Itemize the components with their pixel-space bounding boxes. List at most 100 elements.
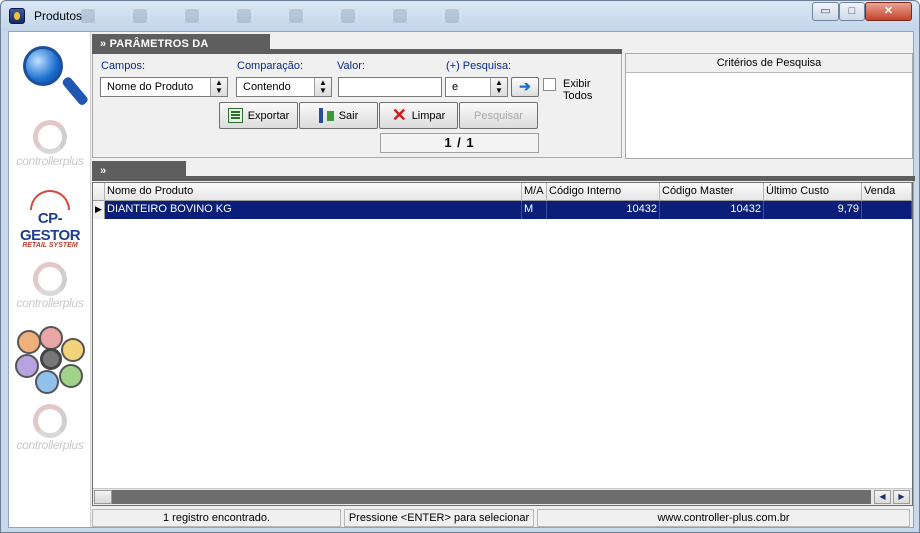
exibir-todos-label: Exibir Todos bbox=[563, 78, 593, 102]
header-line bbox=[92, 176, 915, 181]
cell-nome[interactable]: DIANTEIRO BOVINO KG bbox=[105, 201, 522, 219]
petal bbox=[39, 326, 63, 350]
flower-logo-icon bbox=[15, 326, 87, 394]
ghost-icon bbox=[237, 9, 251, 23]
title-bar[interactable]: Produtos ▭ □ ✕ bbox=[1, 1, 919, 31]
cp-gestor-logo: CP-GESTOR RETAIL SYSTEM bbox=[11, 190, 89, 249]
search-params-panel: Campos: Nome do Produto ▲ ▼ Comparação: C… bbox=[92, 54, 622, 158]
ghost-icon bbox=[185, 9, 199, 23]
sair-button[interactable]: Sair bbox=[299, 102, 378, 129]
limpar-label: Limpar bbox=[411, 109, 446, 122]
controllerplus-swirl-icon bbox=[33, 404, 67, 438]
pesquisa-operator-select[interactable]: e ▲ ▼ bbox=[445, 77, 508, 97]
app-icon bbox=[9, 8, 25, 24]
controllerplus-wordmark: controllerplus bbox=[16, 296, 84, 310]
minimize-button[interactable]: ▭ bbox=[812, 2, 839, 21]
row-indicator-header bbox=[93, 183, 105, 201]
status-website: www.controller-plus.com.br bbox=[537, 509, 910, 527]
column-header-codigo-interno[interactable]: Código Interno bbox=[547, 183, 660, 201]
window-client-area: controllerplus CP-GESTOR RETAIL SYSTEM c… bbox=[8, 31, 915, 528]
cell-ma[interactable]: M bbox=[522, 201, 547, 219]
comparacao-select-value: Contendo bbox=[243, 81, 291, 93]
pesquisar-label: Pesquisar bbox=[474, 109, 523, 122]
ghost-icon bbox=[81, 9, 95, 23]
page-indicator: 1 / 1 bbox=[380, 133, 539, 153]
exit-door-icon bbox=[318, 108, 334, 123]
row-pointer-icon: ▶ bbox=[93, 201, 105, 219]
campos-select[interactable]: Nome do Produto ▲ ▼ bbox=[100, 77, 228, 97]
maximize-button[interactable]: □ bbox=[839, 2, 865, 21]
cp-gestor-subtitle: RETAIL SYSTEM bbox=[22, 242, 78, 249]
window-title: Produtos bbox=[34, 9, 83, 23]
campos-select-value: Nome do Produto bbox=[107, 81, 194, 93]
controllerplus-wordmark: controllerplus bbox=[16, 154, 84, 168]
flower-center bbox=[40, 348, 62, 370]
cell-venda[interactable] bbox=[862, 201, 912, 219]
exportar-button[interactable]: Exportar bbox=[219, 102, 298, 129]
ghost-icon bbox=[133, 9, 147, 23]
cell-ultimo-custo[interactable]: 9,79 bbox=[764, 201, 862, 219]
grid-header-row: Nome do Produto M/A Código Interno Códig… bbox=[93, 183, 912, 201]
spin-arrows-icon[interactable]: ▲ ▼ bbox=[490, 78, 507, 96]
valor-label: Valor: bbox=[337, 60, 365, 72]
spin-arrows-icon[interactable]: ▲ ▼ bbox=[210, 78, 227, 96]
criteria-header: Critérios de Pesquisa bbox=[626, 54, 912, 73]
horizontal-scrollbar[interactable]: ◀ ▶ bbox=[93, 488, 912, 505]
controllerplus-logo: controllerplus bbox=[11, 120, 89, 168]
params-section-header: » PARÂMETROS DA PESQUISA bbox=[92, 34, 622, 70]
petal bbox=[17, 330, 41, 354]
petal bbox=[59, 364, 83, 388]
limpar-button[interactable]: ✕ Limpar bbox=[379, 102, 458, 129]
exibir-todos-checkbox[interactable] bbox=[543, 78, 556, 91]
spin-arrows-icon[interactable]: ▲ ▼ bbox=[314, 78, 331, 96]
column-header-nome[interactable]: Nome do Produto bbox=[105, 183, 522, 201]
red-x-icon: ✕ bbox=[391, 105, 407, 125]
table-row[interactable]: ▶ DIANTEIRO BOVINO KG M 10432 10432 9,79 bbox=[93, 201, 912, 219]
add-criterion-arrow-button[interactable]: ➔ bbox=[511, 77, 539, 97]
scroll-right-icon[interactable]: ▶ bbox=[893, 490, 910, 504]
pesquisar-button[interactable]: Pesquisar bbox=[459, 102, 538, 129]
logo-sidebar: controllerplus CP-GESTOR RETAIL SYSTEM c… bbox=[9, 32, 91, 527]
scrollbar-thumb[interactable] bbox=[94, 490, 112, 504]
ghost-icon bbox=[393, 9, 407, 23]
scroll-left-icon[interactable]: ◀ bbox=[874, 490, 891, 504]
scrollbar-track[interactable] bbox=[112, 490, 871, 504]
column-header-venda[interactable]: Venda bbox=[862, 183, 912, 201]
results-header-label: » RESULTADOS bbox=[92, 161, 186, 197]
status-record-count: 1 registro encontrado. bbox=[92, 509, 341, 527]
cp-gestor-arc-icon bbox=[30, 190, 70, 210]
comparacao-select[interactable]: Contendo ▲ ▼ bbox=[236, 77, 332, 97]
status-hint: Pressione <ENTER> para selecionar bbox=[344, 509, 534, 527]
magnifier-handle bbox=[61, 75, 90, 107]
results-grid[interactable]: Nome do Produto M/A Código Interno Códig… bbox=[92, 182, 913, 506]
ghost-icon bbox=[341, 9, 355, 23]
cell-codigo-interno[interactable]: 10432 bbox=[547, 201, 660, 219]
comparacao-label: Comparação: bbox=[237, 60, 304, 72]
close-button[interactable]: ✕ bbox=[865, 2, 912, 21]
petal bbox=[15, 354, 39, 378]
pesquisa-label: (+) Pesquisa: bbox=[446, 60, 512, 72]
cp-gestor-wordmark: CP-GESTOR bbox=[19, 210, 81, 244]
results-section-header: » RESULTADOS bbox=[92, 161, 915, 197]
valor-input[interactable] bbox=[338, 77, 442, 97]
toolbar-ghost-icons bbox=[81, 9, 459, 23]
column-header-ma[interactable]: M/A bbox=[522, 183, 547, 201]
criteria-panel: Critérios de Pesquisa bbox=[625, 53, 913, 159]
cell-codigo-master[interactable]: 10432 bbox=[660, 201, 764, 219]
ghost-icon bbox=[445, 9, 459, 23]
column-header-ultimo-custo[interactable]: Último Custo bbox=[764, 183, 862, 201]
status-bar: 1 registro encontrado. Pressione <ENTER>… bbox=[92, 509, 913, 527]
column-header-codigo-master[interactable]: Código Master bbox=[660, 183, 764, 201]
params-header-label: » PARÂMETROS DA PESQUISA bbox=[92, 34, 270, 70]
main-window: Produtos ▭ □ ✕ controllerplus CP-GESTOR … bbox=[0, 0, 920, 533]
campos-label: Campos: bbox=[101, 60, 146, 72]
petal bbox=[61, 338, 85, 362]
search-logo-icon bbox=[21, 44, 90, 114]
controllerplus-wordmark: controllerplus bbox=[16, 438, 84, 452]
exportar-label: Exportar bbox=[247, 109, 290, 122]
pesquisa-select-value: e bbox=[452, 81, 459, 93]
controllerplus-logo: controllerplus bbox=[11, 404, 89, 452]
controllerplus-swirl-icon bbox=[33, 120, 67, 154]
petal bbox=[35, 370, 59, 394]
controllerplus-logo: controllerplus bbox=[11, 262, 89, 310]
